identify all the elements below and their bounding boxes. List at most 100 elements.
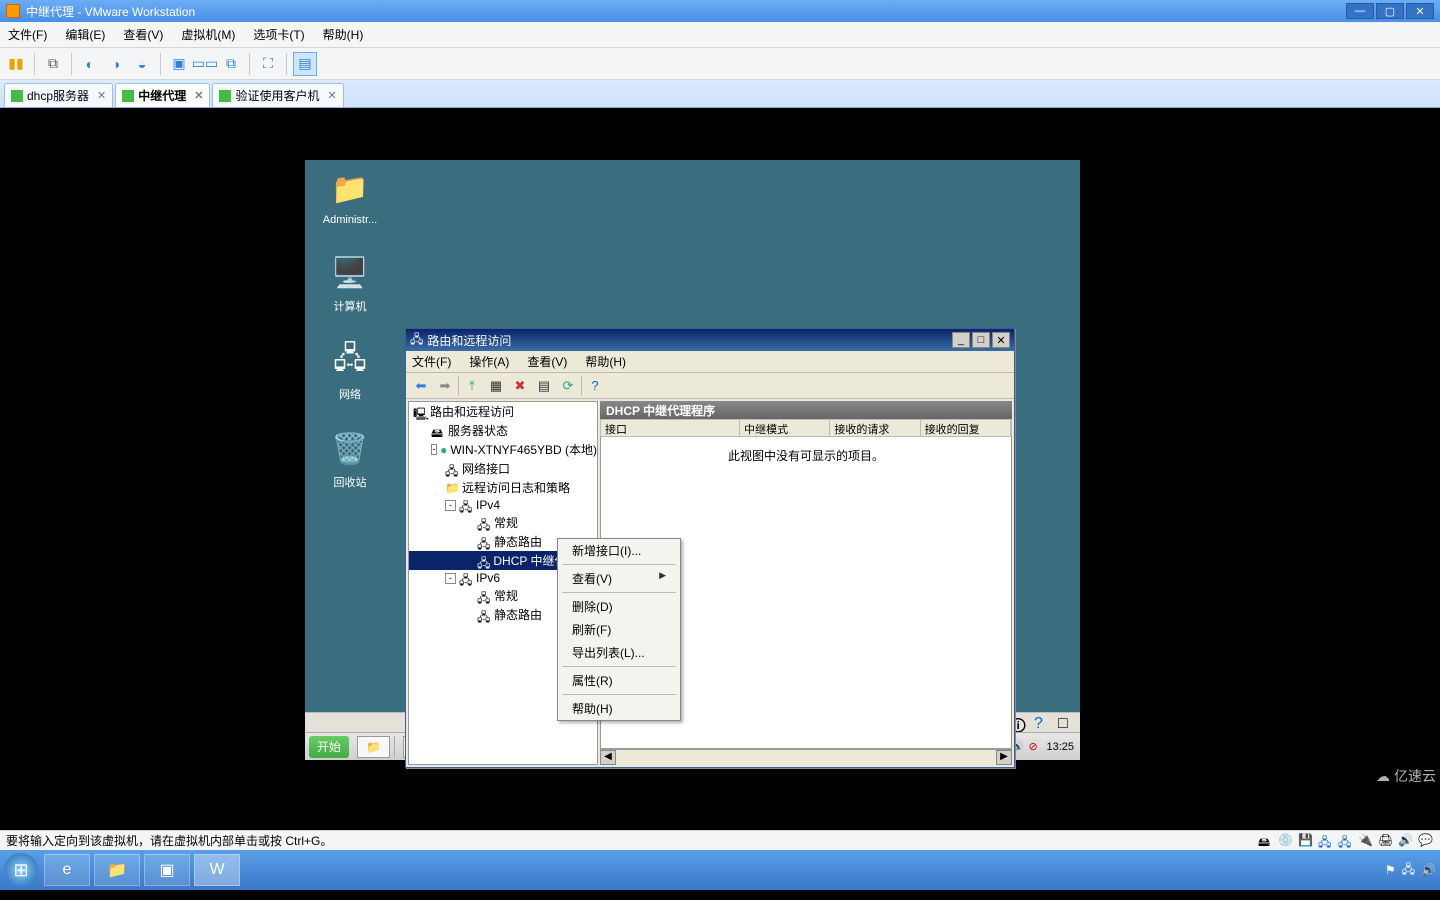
console-view-icon[interactable]: ▤	[293, 52, 317, 76]
collapse-icon[interactable]: -	[445, 573, 456, 584]
network-tray-icon[interactable]: □	[1058, 715, 1074, 731]
multimonitor-icon[interactable]: ▭▭	[193, 52, 217, 76]
ctx-export[interactable]: 导出列表(L)...	[558, 641, 680, 664]
tree-remote-log[interactable]: 📁远程访问日志和策略	[409, 478, 597, 497]
tree-server[interactable]: -●WIN-XTNYF465YBD (本地)	[409, 440, 597, 459]
delete-icon[interactable]: ✖	[509, 375, 531, 397]
tray-clock[interactable]: 13:25	[1046, 741, 1074, 753]
tray-network-icon[interactable]: 🖧	[1402, 860, 1415, 881]
up-icon[interactable]: ⤒	[461, 375, 483, 397]
minimize-button[interactable]: —	[1346, 3, 1374, 19]
maximize-button[interactable]: ▢	[1376, 3, 1404, 19]
unity-icon[interactable]: ⧉	[219, 52, 243, 76]
network-icon: 🖧	[329, 340, 371, 382]
col-relay-mode[interactable]: 中继模式	[740, 420, 830, 436]
desktop-icon-administrator[interactable]: 📁 Administr...	[310, 168, 390, 226]
maximize-button[interactable]: □	[972, 332, 990, 348]
desktop-icon-recycle-bin[interactable]: 🗑️ 回收站	[310, 428, 390, 490]
rras-titlebar[interactable]: 🖧 路由和远程访问 _ □ ✕	[406, 329, 1014, 351]
ctx-view[interactable]: 查看(V)	[558, 567, 680, 590]
col-requests[interactable]: 接收的请求	[830, 420, 920, 436]
host-window-controls: — ▢ ✕	[1346, 3, 1434, 19]
vmware-menubar: 文件(F) 编辑(E) 查看(V) 虚拟机(M) 选项卡(T) 帮助(H)	[0, 22, 1440, 48]
snapshot-manager-icon[interactable]: ◒	[130, 52, 154, 76]
menu-tabs[interactable]: 选项卡(T)	[253, 26, 304, 43]
back-icon[interactable]: ⬅	[410, 375, 432, 397]
start-button[interactable]: 开始	[309, 736, 349, 758]
taskbar-vmware[interactable]: ▣	[144, 854, 190, 886]
taskbar-word[interactable]: W	[194, 854, 240, 886]
vmware-toolbar: ▮▮ ⧉ ◐ ◑ ◒ ▣ ▭▭ ⧉ ⛶ ▤	[0, 48, 1440, 80]
scroll-right-icon[interactable]: ▶	[996, 750, 1012, 765]
net-adapter-icon[interactable]: 🖧	[1338, 833, 1354, 849]
close-button[interactable]: ✕	[992, 332, 1010, 348]
vm-state-icon	[122, 90, 134, 102]
windows-icon: ⊞	[13, 860, 28, 881]
forward-icon[interactable]: ➡	[434, 375, 456, 397]
net-adapter-icon[interactable]: 🖧	[1318, 833, 1334, 849]
power-pause-icon[interactable]: ▮▮	[4, 52, 28, 76]
col-interface[interactable]: 接口	[601, 420, 740, 436]
ctx-delete[interactable]: 删除(D)	[558, 595, 680, 618]
menu-help[interactable]: 帮助(H)	[323, 26, 364, 43]
menu-edit[interactable]: 编辑(E)	[65, 26, 105, 43]
menu-file[interactable]: 文件(F)	[8, 26, 47, 43]
printer-icon[interactable]: 🖨	[1378, 833, 1394, 849]
desktop-icon-network[interactable]: 🖧 网络	[310, 340, 390, 402]
scroll-left-icon[interactable]: ◀	[600, 750, 616, 765]
tree-ipv4[interactable]: -🖧IPv4	[409, 497, 597, 513]
vm-display-area[interactable]: 🛈 ? □ 开始 📁 路由和远程访问 🖧 ⛨ 🔊 ⊘ 13:25 📁	[0, 108, 1440, 830]
revert-snapshot-icon[interactable]: ◑	[104, 52, 128, 76]
menu-view[interactable]: 查看(V)	[123, 26, 163, 43]
menu-file[interactable]: 文件(F)	[412, 353, 451, 370]
ctx-help[interactable]: 帮助(H)	[558, 697, 680, 720]
show-hide-icon[interactable]: ▦	[485, 375, 507, 397]
sound-icon[interactable]: 🔊	[1398, 833, 1414, 849]
ctx-new-interface[interactable]: 新增接口(I)...	[558, 539, 680, 562]
take-ownership-icon[interactable]: ⧉	[41, 52, 65, 76]
menu-help[interactable]: 帮助(H)	[585, 353, 626, 370]
menu-view[interactable]: 查看(V)	[527, 353, 567, 370]
close-button[interactable]: ✕	[1406, 3, 1434, 19]
tree-ipv4-general[interactable]: 🖧常规	[409, 513, 597, 532]
refresh-icon[interactable]: ⟳	[557, 375, 579, 397]
menu-action[interactable]: 操作(A)	[469, 353, 509, 370]
message-icon[interactable]: 💬	[1418, 833, 1434, 849]
tree-netif[interactable]: 🖧网络接口	[409, 459, 597, 478]
tab-relay-agent[interactable]: 中继代理 ✕	[115, 83, 210, 107]
tray-volume-icon[interactable]: 🔊	[1421, 863, 1436, 877]
fullscreen-icon[interactable]: ⛶	[256, 52, 280, 76]
start-orb[interactable]: ⊞	[4, 853, 38, 887]
col-replies[interactable]: 接收的回复	[921, 420, 1011, 436]
tree-server-status[interactable]: 🖴服务器状态	[409, 421, 597, 440]
tab-verify-client[interactable]: 验证使用客户机 ✕	[212, 83, 343, 107]
taskbar-ie[interactable]: e	[44, 854, 90, 886]
ctx-refresh[interactable]: 刷新(F)	[558, 618, 680, 641]
tray-alert-icon[interactable]: ⊘	[1028, 740, 1042, 754]
help-icon[interactable]: ?	[584, 375, 606, 397]
quick-launch-explorer[interactable]: 📁	[357, 736, 390, 758]
ctx-properties[interactable]: 属性(R)	[558, 669, 680, 692]
taskbar-explorer[interactable]: 📁	[94, 854, 140, 886]
tab-dhcp-server[interactable]: dhcp服务器 ✕	[4, 83, 113, 107]
help-icon[interactable]: ?	[1034, 715, 1050, 731]
tray-flag-icon[interactable]: ⚑	[1385, 863, 1396, 877]
floppy-icon[interactable]: 💾	[1298, 833, 1314, 849]
properties-icon[interactable]: ▤	[533, 375, 555, 397]
collapse-icon[interactable]: -	[445, 500, 456, 511]
tab-close-icon[interactable]: ✕	[97, 89, 106, 102]
cd-icon[interactable]: 💿	[1278, 833, 1294, 849]
hd-icon[interactable]: 🖴	[1258, 833, 1274, 849]
hscroll[interactable]: ◀ ▶	[600, 749, 1012, 765]
tab-close-icon[interactable]: ✕	[194, 89, 203, 102]
collapse-icon[interactable]: -	[431, 444, 437, 455]
tree-root[interactable]: 🖳路由和远程访问	[409, 402, 597, 421]
desktop-icon-computer[interactable]: 🖥️ 计算机	[310, 252, 390, 314]
tab-close-icon[interactable]: ✕	[328, 89, 337, 102]
minimize-button[interactable]: _	[952, 332, 970, 348]
snapshot-icon[interactable]: ◐	[78, 52, 102, 76]
cloud-icon: ☁	[1376, 768, 1390, 785]
usb-icon[interactable]: 🔌	[1358, 833, 1374, 849]
menu-vm[interactable]: 虚拟机(M)	[181, 26, 235, 43]
thumbnail-icon[interactable]: ▣	[167, 52, 191, 76]
